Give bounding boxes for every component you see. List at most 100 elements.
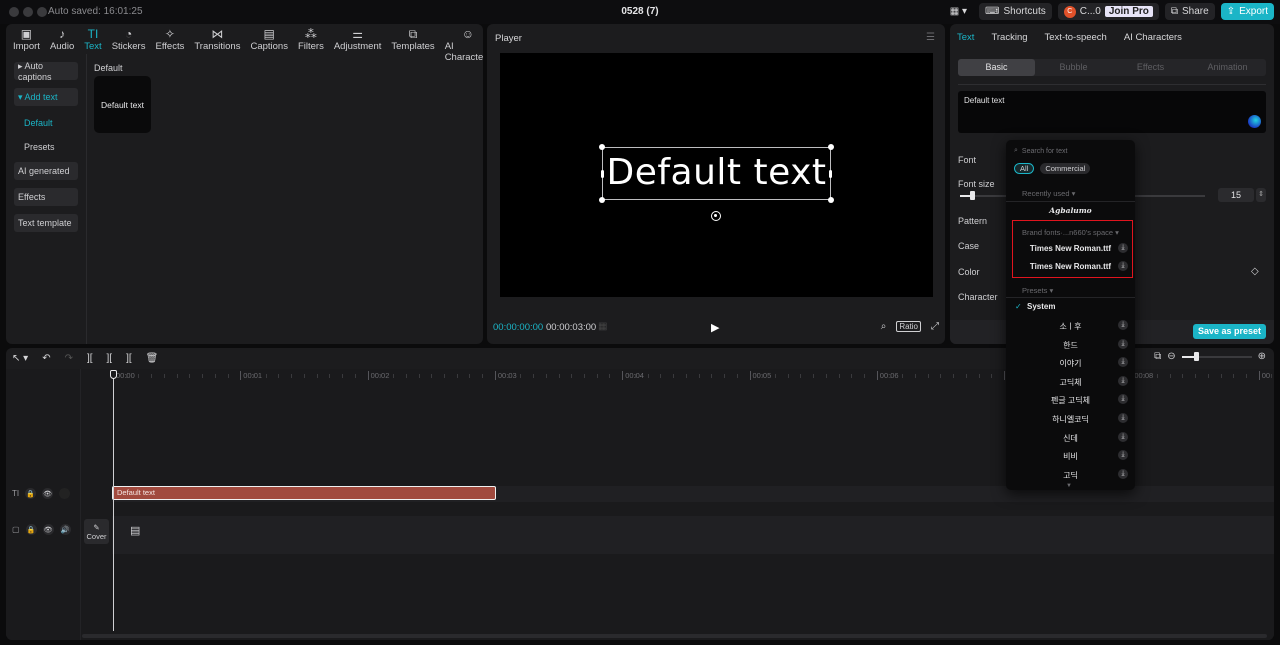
shortcuts-button[interactable]: ⌨ Shortcuts — [979, 3, 1052, 20]
main-lane[interactable] — [112, 516, 1274, 554]
resize-handle[interactable] — [601, 170, 604, 178]
menu-icon[interactable]: ☰ — [926, 32, 935, 43]
split-left-icon[interactable]: ][ — [107, 353, 113, 364]
minor-tick — [1182, 374, 1184, 378]
font-search-input[interactable]: ⌕ Search for text — [1014, 147, 1067, 155]
tab-ai-characters[interactable]: AI Characters — [1124, 32, 1182, 43]
audio-icon[interactable]: 🔊 — [59, 524, 71, 535]
subtab-animation[interactable]: Animation — [1189, 59, 1266, 76]
tab-ai-characters[interactable]: ☺AI Characters — [440, 24, 483, 63]
playhead-handle[interactable] — [110, 370, 117, 379]
share-button[interactable]: ⧉ Share — [1164, 3, 1215, 20]
nav-presets[interactable]: Presets — [14, 138, 78, 156]
tab-templates[interactable]: ⧉ Templates — [386, 24, 439, 54]
lock-icon[interactable]: 🔒 — [25, 524, 37, 535]
minor-tick — [940, 374, 942, 378]
cover-button[interactable]: ✎ Cover — [84, 519, 109, 544]
timecode-grid-icon[interactable]: ▦ — [598, 321, 607, 332]
tick-label: 00:06 — [876, 371, 899, 380]
tab-import[interactable]: ▣ Import — [8, 24, 45, 54]
fullscreen-icon[interactable]: ⤢ — [931, 321, 939, 332]
tab-transitions[interactable]: ⋈ Transitions — [189, 24, 245, 54]
zoom-slider[interactable] — [1181, 351, 1252, 361]
lock-icon[interactable]: 🔒 — [25, 488, 37, 499]
tab-text[interactable]: Text — [957, 32, 974, 43]
tab-stickers[interactable]: ◔ Stickers — [107, 24, 151, 54]
save-as-preset-button[interactable]: Save as preset — [1192, 324, 1266, 339]
tick-label: 00:03 — [494, 371, 517, 380]
zoom-in-icon[interactable]: ⊕ — [1258, 351, 1266, 362]
nav-effects[interactable]: Effects — [14, 188, 78, 206]
chip-commercial[interactable]: Commercial — [1040, 163, 1091, 174]
resize-handle[interactable] — [828, 144, 834, 150]
tab-audio[interactable]: ♪ Audio — [45, 24, 79, 54]
minor-tick — [787, 374, 789, 378]
font-size-stepper[interactable]: ⇕ — [1256, 188, 1266, 202]
default-text-card[interactable]: Default text — [94, 76, 151, 133]
scroll-down-icon[interactable]: ▼ — [1066, 483, 1072, 489]
canvas-text[interactable]: Default text — [603, 152, 830, 193]
nav-text-template[interactable]: Text template — [14, 214, 78, 232]
text-selection-box[interactable]: Default text — [599, 144, 834, 203]
tab-text-to-speech[interactable]: Text-to-speech — [1045, 32, 1107, 43]
tab-tracking[interactable]: Tracking — [991, 32, 1027, 43]
tab-captions[interactable]: ▤ Captions — [245, 24, 293, 54]
tab-adjustment[interactable]: ⚌ Adjustment — [329, 24, 387, 54]
nav-auto-captions[interactable]: ▸ Auto captions — [14, 61, 78, 82]
join-pro-button[interactable]: Join Pro — [1104, 6, 1153, 17]
download-icon[interactable]: ⤓ — [1118, 413, 1128, 423]
recently-used-header[interactable]: Recently used ▾ — [1022, 189, 1075, 198]
font-size-input[interactable]: 15 — [1218, 188, 1254, 202]
tab-filters[interactable]: ⁂ Filters — [293, 24, 329, 54]
chip-all[interactable]: All — [1014, 163, 1035, 174]
subtab-basic[interactable]: Basic — [958, 59, 1035, 76]
download-icon[interactable]: ⤓ — [1118, 375, 1128, 386]
export-button[interactable]: ⇪ Export — [1220, 3, 1274, 20]
zoom-out-icon[interactable]: ⊖ — [1167, 351, 1175, 362]
account-button[interactable]: C C...0 Join Pro — [1057, 3, 1159, 20]
nav-add-text[interactable]: ▾ Add text — [14, 88, 78, 106]
select-tool-icon[interactable]: ↖ ▾ — [12, 353, 28, 364]
slider-knob[interactable] — [970, 191, 976, 200]
minor-tick — [329, 374, 331, 378]
layout-button[interactable]: ▦ ▾ — [944, 3, 973, 20]
keyframe-icon[interactable]: ◇ — [1251, 266, 1259, 277]
resize-handle[interactable] — [599, 144, 605, 150]
delete-icon[interactable]: 🗑 — [146, 353, 159, 364]
eye-icon[interactable]: 👁 — [42, 488, 54, 499]
split-right-icon[interactable]: ][ — [126, 353, 132, 364]
zoom-fit-icon[interactable]: ⌕ — [881, 321, 887, 332]
presets-header[interactable]: Presets ▾ — [1022, 286, 1053, 295]
download-icon[interactable]: ⤓ — [1118, 468, 1128, 479]
subtab-bubble[interactable]: Bubble — [1035, 59, 1112, 76]
zoom-knob[interactable] — [1193, 351, 1199, 361]
text-clip[interactable]: Default text — [112, 486, 496, 500]
font-name: 소ㅣ후 — [1059, 322, 1082, 331]
preview-canvas[interactable]: Default text — [500, 53, 933, 297]
horizontal-scrollbar[interactable] — [82, 634, 1267, 638]
subtab-effects[interactable]: Effects — [1112, 59, 1189, 76]
ratio-button[interactable]: Ratio — [896, 321, 921, 332]
preview-axis-icon[interactable]: ⧉ — [1154, 351, 1161, 362]
nav-default[interactable]: Default — [14, 114, 78, 132]
resize-handle[interactable] — [828, 197, 834, 203]
minor-tick — [380, 374, 382, 378]
resize-handle[interactable] — [599, 197, 605, 203]
minor-tick — [991, 374, 993, 378]
split-icon[interactable]: ][ — [87, 353, 93, 364]
undo-icon[interactable]: ↶ — [42, 353, 50, 364]
play-button[interactable]: ▶ — [711, 321, 719, 334]
nav-ai-generated[interactable]: AI generated — [14, 162, 78, 180]
download-icon[interactable]: ⤓ — [1118, 338, 1128, 349]
redo-icon[interactable]: ↷ — [65, 353, 73, 364]
download-icon[interactable]: ⤓ — [1118, 431, 1128, 442]
resize-handle[interactable] — [829, 170, 832, 178]
eye-icon[interactable]: 👁 — [42, 524, 54, 535]
rotate-handle[interactable] — [711, 211, 721, 221]
playhead[interactable] — [113, 371, 114, 631]
text-content-input[interactable]: Default text — [958, 91, 1266, 133]
tab-text[interactable]: TI Text — [79, 24, 106, 54]
tab-effects[interactable]: ✧ Effects — [150, 24, 189, 54]
ai-orb-icon[interactable] — [1248, 115, 1261, 128]
download-icon[interactable]: ⤓ — [1118, 320, 1128, 330]
